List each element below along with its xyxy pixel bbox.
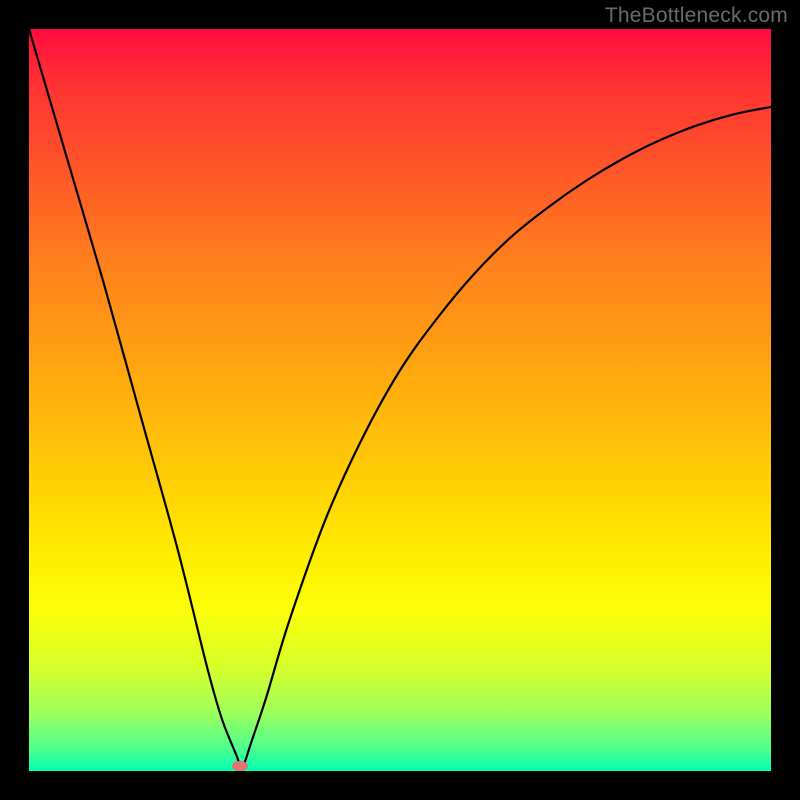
watermark-text: TheBottleneck.com <box>605 4 788 28</box>
plot-area <box>29 29 771 771</box>
chart-frame: TheBottleneck.com <box>0 0 800 800</box>
minimum-marker <box>232 761 248 771</box>
bottleneck-curve <box>29 29 771 771</box>
